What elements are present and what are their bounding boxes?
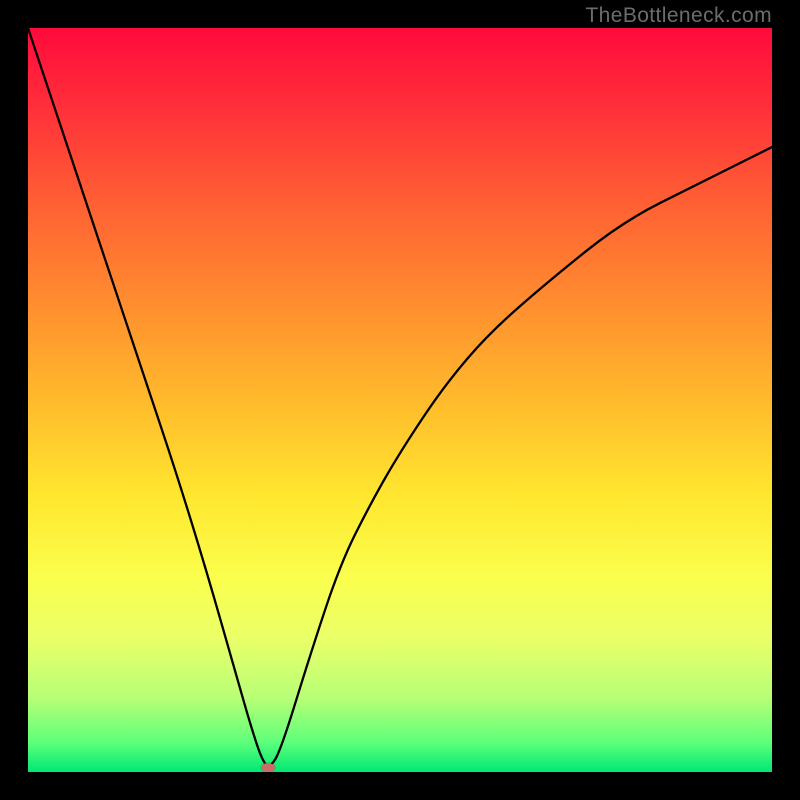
bottleneck-curve-path: [28, 28, 772, 766]
curve-svg: [28, 28, 772, 772]
watermark-text: TheBottleneck.com: [585, 4, 772, 28]
chart-frame: TheBottleneck.com: [0, 0, 800, 800]
plot-area: [28, 28, 772, 772]
